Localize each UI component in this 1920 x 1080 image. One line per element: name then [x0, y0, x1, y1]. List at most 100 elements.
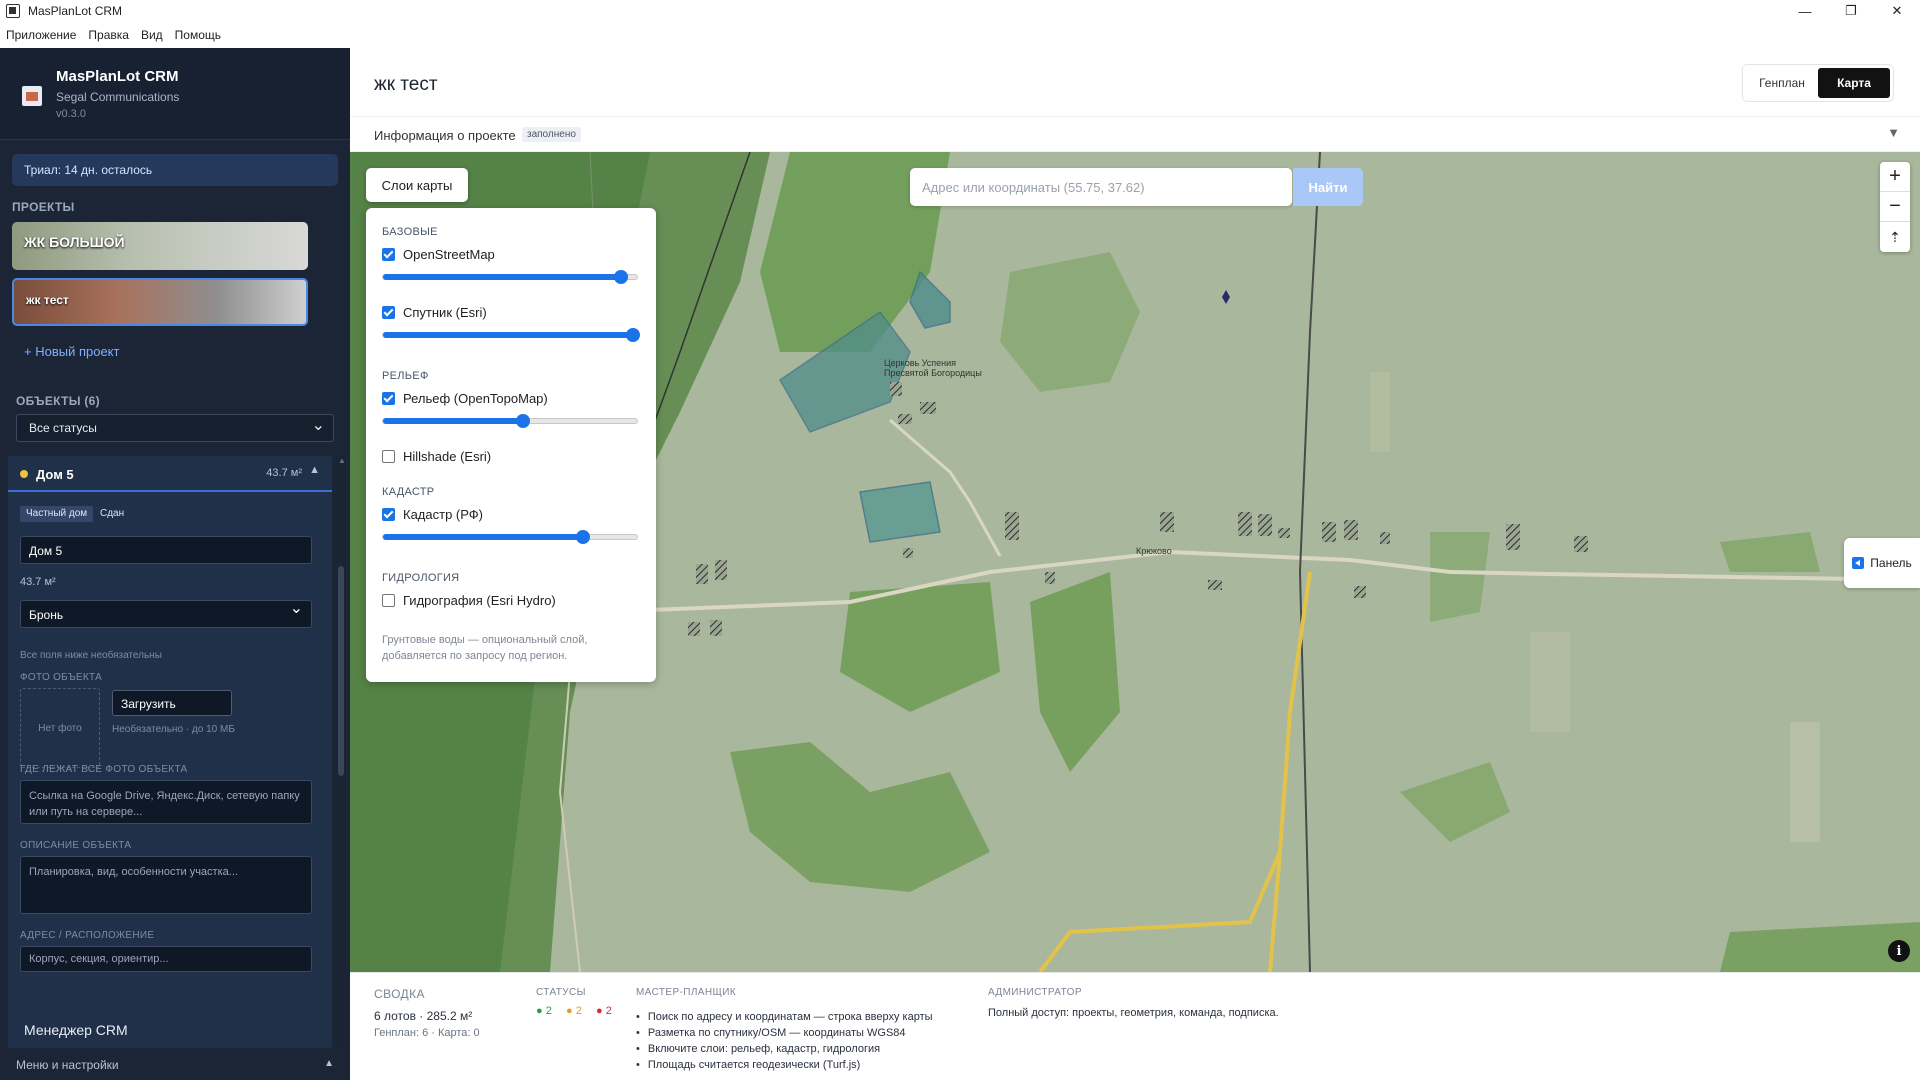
map-view[interactable]: Церковь Успения Пресвятой Богородицы Крю…: [350, 152, 1920, 972]
menu-app[interactable]: Приложение: [6, 28, 76, 42]
new-project-link[interactable]: + Новый проект: [24, 344, 119, 359]
panel-toggle-button[interactable]: Панель: [1844, 538, 1920, 588]
object-status-select[interactable]: Бронь: [20, 598, 312, 628]
statuses-label: СТАТУСЫ: [536, 987, 586, 998]
menu-settings-chevron-icon[interactable]: ▲: [324, 1058, 334, 1069]
lot-marker[interactable]: [1258, 514, 1272, 536]
lot-marker[interactable]: [1322, 522, 1336, 542]
layer-satellite-opacity-slider[interactable]: [382, 328, 640, 342]
slider-knob[interactable]: [626, 328, 640, 342]
address-search-input[interactable]: [910, 168, 1290, 206]
lot-marker[interactable]: [890, 382, 902, 396]
menu-view[interactable]: Вид: [141, 28, 163, 42]
project-card-bolshoy[interactable]: ЖК БОЛЬШОЙ: [12, 222, 308, 270]
search-button[interactable]: Найти: [1293, 168, 1363, 206]
slider-fill: [383, 332, 639, 338]
project-info-bar[interactable]: Информация о проекте заполнено ▼: [350, 116, 1920, 152]
layer-cadastre-label: Кадастр (РФ): [403, 506, 483, 522]
description-textarea[interactable]: Планировка, вид, особенности участка...: [20, 856, 312, 914]
layer-cadastre-checkbox[interactable]: [382, 507, 395, 521]
layer-hillshade[interactable]: Hillshade (Esri): [382, 448, 491, 464]
slider-knob[interactable]: [576, 530, 590, 544]
lot-marker[interactable]: [1160, 512, 1174, 532]
lot-marker[interactable]: [1380, 532, 1390, 544]
layer-osm[interactable]: OpenStreetMap: [382, 246, 495, 262]
close-button[interactable]: ✕: [1874, 0, 1920, 22]
slider-fill: [383, 534, 583, 540]
zoom-out-button[interactable]: −: [1880, 192, 1910, 222]
lot-polygon[interactable]: [859, 481, 941, 543]
lot-marker[interactable]: [1238, 512, 1252, 536]
slider-knob[interactable]: [516, 414, 530, 428]
lot-marker[interactable]: [688, 622, 700, 636]
layer-satellite-checkbox[interactable]: [382, 305, 395, 319]
lot-marker[interactable]: [1045, 572, 1055, 584]
lot-marker[interactable]: [1506, 524, 1520, 550]
lot-marker[interactable]: [1354, 586, 1366, 598]
lot-marker[interactable]: [1208, 580, 1222, 590]
slider-fill: [383, 274, 621, 280]
maximize-button[interactable]: ❐: [1828, 0, 1874, 22]
layer-hydro[interactable]: Гидрография (Esri Hydro): [382, 592, 556, 608]
map-layers-button[interactable]: Слои карты: [366, 168, 468, 202]
lot-marker[interactable]: [696, 564, 708, 584]
map-layers-panel: БАЗОВЫЕ OpenStreetMap Спутник (Esri) РЕЛ…: [366, 208, 656, 682]
layer-topo-checkbox[interactable]: [382, 391, 395, 405]
reset-bearing-button[interactable]: ⇡: [1880, 222, 1910, 252]
sidebar-scrollbar[interactable]: ▲: [336, 456, 346, 1048]
menu-help[interactable]: Помощь: [175, 28, 221, 42]
layer-cadastre[interactable]: Кадастр (РФ): [382, 506, 483, 522]
crm-manager-title[interactable]: Менеджер CRM: [24, 1022, 128, 1038]
address-input[interactable]: Корпус, секция, ориентир...: [20, 946, 312, 972]
layer-topo-label: Рельеф (OpenTopoMap): [403, 390, 548, 406]
lot-marker[interactable]: [710, 620, 722, 636]
object-state-tag[interactable]: Сдан: [94, 506, 130, 522]
panel-toggle-label: Панель: [1870, 556, 1912, 570]
attribution-info-icon[interactable]: i: [1888, 940, 1910, 962]
lot-marker[interactable]: [1278, 528, 1290, 538]
menu-settings-link[interactable]: Меню и настройки: [16, 1058, 119, 1072]
page-title: жк тест: [374, 74, 438, 95]
object-type-tag[interactable]: Частный дом: [20, 506, 94, 522]
layer-cadastre-opacity-slider[interactable]: [382, 530, 638, 544]
collapse-chevron-icon[interactable]: ▲: [309, 464, 320, 476]
slider-knob[interactable]: [614, 270, 628, 284]
status-count-red: ● 2: [596, 1005, 612, 1017]
status-filter-select[interactable]: Все статусы: [16, 414, 334, 442]
menu-edit[interactable]: Правка: [88, 28, 129, 42]
lot-marker[interactable]: [920, 402, 936, 414]
lot-marker[interactable]: [903, 548, 913, 558]
photos-location-textarea[interactable]: Ссылка на Google Drive, Яндекс.Диск, сет…: [20, 780, 312, 824]
sidebar: MasPlanLot CRM Segal Communications v0.3…: [0, 48, 350, 1080]
lot-marker[interactable]: [1574, 536, 1588, 552]
lot-marker[interactable]: [1344, 520, 1358, 540]
photo-placeholder[interactable]: Нет фото: [20, 688, 100, 768]
object-header[interactable]: Дом 5 43.7 м² ▲: [8, 456, 332, 492]
layer-osm-checkbox[interactable]: [382, 247, 395, 261]
lot-marker[interactable]: [898, 414, 912, 424]
layer-satellite[interactable]: Спутник (Esri): [382, 304, 487, 320]
field-strip: [1530, 632, 1570, 732]
layer-topo-opacity-slider[interactable]: [382, 414, 638, 428]
object-area: 43.7 м²: [266, 467, 302, 479]
scroll-up-icon[interactable]: ▲: [338, 456, 346, 465]
layer-hydro-checkbox[interactable]: [382, 593, 395, 607]
minimize-button[interactable]: —: [1782, 0, 1828, 22]
tab-genplan[interactable]: Генплан: [1746, 68, 1818, 98]
upload-photo-button[interactable]: Загрузить: [112, 690, 232, 716]
photo-label: ФОТО ОБЪЕКТА: [20, 672, 103, 683]
lot-marker[interactable]: [715, 560, 727, 580]
zoom-in-button[interactable]: +: [1880, 162, 1910, 192]
scrollbar-thumb[interactable]: [338, 566, 344, 776]
wizard-list: Поиск по адресу и координатам — строка в…: [636, 1009, 933, 1073]
layer-hillshade-checkbox[interactable]: [382, 449, 395, 463]
lot-marker[interactable]: [1005, 512, 1019, 540]
project-card-test[interactable]: жк тест: [12, 278, 308, 326]
tab-map[interactable]: Карта: [1818, 68, 1890, 98]
object-name-input[interactable]: Дом 5: [20, 536, 312, 564]
upload-hint: Необязательно · до 10 МБ: [112, 724, 235, 735]
layer-topo[interactable]: Рельеф (OpenTopoMap): [382, 390, 548, 406]
expand-chevron-icon[interactable]: ▼: [1887, 125, 1900, 140]
object-area-value: 43.7 м²: [20, 576, 56, 588]
layer-osm-opacity-slider[interactable]: [382, 270, 638, 284]
